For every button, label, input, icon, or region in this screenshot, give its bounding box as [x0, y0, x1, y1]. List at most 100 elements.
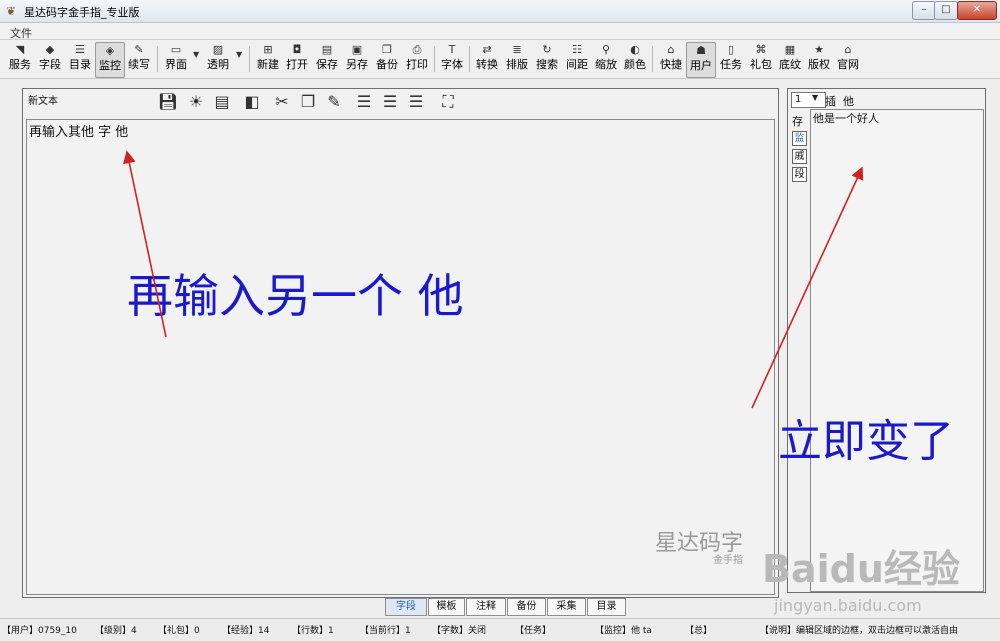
status-task: 【任务】	[515, 626, 552, 636]
toolbar-print-button[interactable]: ⎙ 打印	[404, 42, 430, 76]
copy-icon[interactable]: ❐	[296, 90, 320, 114]
diamond-icon: ◆	[45, 43, 55, 56]
maximize-button[interactable]: □	[934, 1, 958, 20]
back-arrow-icon[interactable]: ◧	[240, 90, 264, 114]
status-lines: 【行数】1	[292, 626, 334, 636]
toolbar-texture-button[interactable]: ▦ 底纹	[777, 42, 803, 76]
new-file-icon: ⊞	[263, 43, 273, 56]
toolbar-spacing-button[interactable]: ☷ 间距	[564, 42, 590, 76]
toolbar: ◥ 服务 ◆ 字段 ☰ 目录 ◈ 监控 ✎ 续写 ▭ 界面 ▼ ▨ 透明 ▼ ⊞ 新建 ◘ 打开 …	[0, 40, 1000, 79]
annotation-right: 立即变了	[778, 416, 954, 467]
convert-icon: ⇄	[482, 43, 492, 56]
window-icon: ▭	[170, 43, 182, 56]
chevron-down-icon[interactable]: ▼	[812, 93, 818, 102]
edit-icon[interactable]: ✎	[322, 90, 346, 114]
toolbar-layout-button[interactable]: ≣ 排版	[504, 42, 530, 76]
tab-backup[interactable]: 备份	[507, 598, 546, 616]
toolbar-task-button[interactable]: ▯ 任务	[718, 42, 744, 76]
toolbar-field-button[interactable]: ◆ 字段	[37, 42, 63, 76]
status-gift: 【礼包】0	[158, 626, 200, 636]
chevron-down-icon[interactable]: ▼	[236, 50, 242, 59]
app-icon: ❦	[6, 4, 17, 18]
side-button-column: 存 监 戚 段	[788, 109, 809, 591]
toolbar-new-button[interactable]: ⊞ 新建	[255, 42, 281, 76]
cut-icon[interactable]: ✂	[270, 90, 294, 114]
toolbar-open-button[interactable]: ◘ 打开	[284, 42, 310, 76]
toolbar-shortcut-button[interactable]: ⌂ 快捷	[658, 42, 684, 76]
document-icon[interactable]: ▤	[210, 90, 234, 114]
editor-document-name: 新文本	[28, 96, 58, 107]
tab-notes[interactable]: 注释	[466, 598, 506, 616]
side-insert-button[interactable]: 插	[825, 93, 836, 109]
side-text-area[interactable]: 他是一个好人	[810, 109, 984, 592]
side-box-segment[interactable]: 段	[792, 167, 807, 182]
tab-collect[interactable]: 采集	[547, 598, 586, 616]
editor-panel: 新文本 💾︎ ☀︎ ▤ ◧ ✂ ❐ ✎ ☰ ☰ ☰ ⛶ 再输入其他 字 他 星达…	[22, 88, 779, 598]
toolbar-convert-button[interactable]: ⇄ 转换	[474, 42, 500, 76]
status-total: 【总】	[685, 626, 713, 636]
toolbar-interface-button[interactable]: ▭ 界面	[163, 42, 189, 76]
toolbar-separator	[469, 46, 470, 72]
toolbar-website-button[interactable]: ⌂ 官网	[835, 42, 861, 76]
baidu-watermark: Baidu经验 jingyan.baidu.com	[762, 547, 960, 615]
print-icon: ⎙	[412, 43, 422, 56]
menu-file[interactable]: 文件	[10, 25, 32, 41]
toolbar-saveas-button[interactable]: ▣ 另存	[344, 42, 370, 76]
side-store-button[interactable]: 存	[792, 113, 803, 129]
title-bar: ❦ 星达码字金手指_专业版 – □ ✕	[0, 0, 1000, 23]
pen-icon: ✎	[134, 43, 144, 56]
tab-field[interactable]: 字段	[385, 598, 427, 616]
tab-template[interactable]: 模板	[428, 598, 465, 616]
backup-icon: ❐	[382, 43, 392, 56]
status-monitor: 【监控】他 ta	[595, 626, 652, 636]
toolbar-gift-button[interactable]: ⌘ 礼包	[748, 42, 774, 76]
side-monitor-word: 他	[843, 95, 854, 108]
home-icon: ⌂	[844, 43, 852, 56]
app-watermark-logo: 星达码字 金手指	[655, 531, 744, 566]
toolbar-monitor-button[interactable]: ◈ 监控	[95, 42, 125, 78]
align-right-icon[interactable]: ☰	[404, 90, 428, 114]
toolbar-save-button[interactable]: ▤ 保存	[314, 42, 340, 76]
save-icon: ▤	[321, 43, 333, 56]
status-current-line: 【当前行】1	[360, 626, 411, 636]
toolbar-search-button[interactable]: ↻ 搜索	[534, 42, 560, 76]
tab-catalog[interactable]: 目录	[587, 598, 626, 616]
font-icon: T	[448, 43, 456, 56]
toolbar-catalog-button[interactable]: ☰ 目录	[67, 42, 93, 76]
list-icon: ☰	[75, 43, 85, 56]
annotation-left: 再输入另一个 他	[127, 269, 464, 323]
toolbar-separator	[157, 46, 158, 72]
side-panel: 1 ▼ 插 他 存 监 戚 段 他是一个好人	[787, 88, 986, 593]
fullscreen-icon[interactable]: ⛶	[436, 90, 460, 114]
editor-text-area[interactable]: 再输入其他 字 他 星达码字 金手指	[26, 119, 775, 595]
image-icon: ▨	[212, 43, 224, 56]
toolbar-copyright-button[interactable]: ★ 版权	[806, 42, 832, 76]
toolbar-service-button[interactable]: ◥ 服务	[8, 42, 32, 76]
align-center-icon[interactable]: ☰	[378, 90, 402, 114]
star-icon: ★	[814, 43, 824, 56]
toolbar-user-button[interactable]: ☗ 用户	[686, 42, 716, 78]
toolbar-transparent-button[interactable]: ▨ 透明	[205, 42, 231, 76]
side-box-qi[interactable]: 戚	[792, 149, 807, 164]
status-description: 【说明】编辑区域的边框，双击边框可以激活自由	[760, 626, 959, 636]
minimize-button[interactable]: –	[912, 1, 936, 20]
open-icon: ◘	[292, 43, 302, 56]
texture-icon: ▦	[784, 43, 796, 56]
chevron-down-icon[interactable]: ▼	[193, 50, 199, 59]
zoom-icon: ⚲	[601, 43, 611, 56]
toolbar-continue-button[interactable]: ✎ 续写	[127, 42, 151, 76]
menu-bar: 文件	[0, 23, 1000, 40]
toolbar-zoom-button[interactable]: ⚲ 缩放	[593, 42, 619, 76]
status-word-count: 【字数】关闭	[432, 626, 487, 636]
side-number-select[interactable]: 1	[791, 92, 826, 108]
side-box-monitor[interactable]: 监	[792, 131, 807, 146]
lightbulb-icon[interactable]: ☀︎	[184, 90, 208, 114]
save-icon[interactable]: 💾︎	[156, 90, 180, 114]
toolbar-font-button[interactable]: T 字体	[439, 42, 465, 76]
window-title: 星达码字金手指_专业版	[24, 6, 140, 19]
gift-icon: ⌘	[755, 43, 767, 56]
toolbar-backup-button[interactable]: ❐ 备份	[374, 42, 400, 76]
align-left-icon[interactable]: ☰	[352, 90, 376, 114]
close-button[interactable]: ✕	[957, 1, 997, 20]
toolbar-color-button[interactable]: ◐ 颜色	[622, 42, 648, 76]
